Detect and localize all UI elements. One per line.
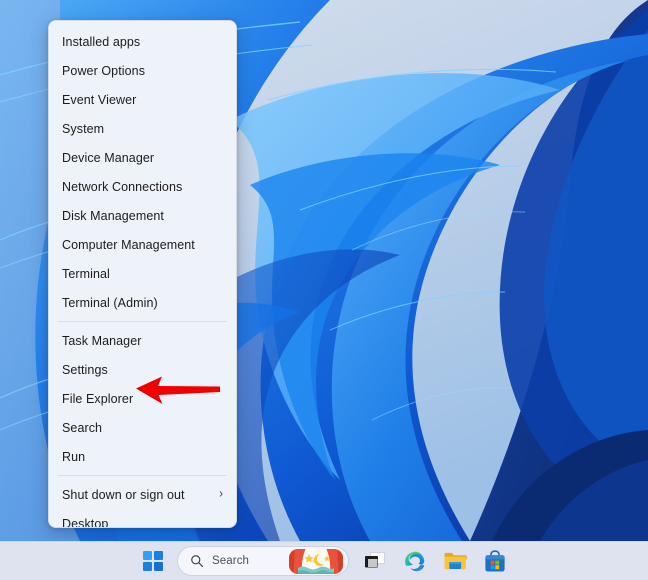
chevron-right-icon: › [219, 487, 223, 501]
menu-item-label: Search [62, 420, 103, 435]
microsoft-store-button[interactable] [475, 544, 515, 578]
menu-item-label: Event Viewer [62, 92, 137, 107]
menu-item-label: Installed apps [62, 34, 141, 49]
search-input[interactable]: Search [177, 546, 349, 576]
menu-item-search[interactable]: Search [49, 413, 236, 442]
menu-item-label: Settings [62, 362, 108, 377]
menu-item-label: Device Manager [62, 150, 155, 165]
store-bag-icon [485, 549, 505, 571]
menu-item-file-explorer[interactable]: File Explorer [49, 384, 236, 413]
menu-item-label: Terminal (Admin) [62, 295, 158, 310]
menu-item-desktop[interactable]: Desktop [49, 509, 236, 528]
search-highlight-illustration-icon [288, 548, 344, 575]
menu-item-label: Desktop [62, 516, 109, 528]
menu-item-terminal-admin[interactable]: Terminal (Admin) [49, 288, 236, 317]
win-x-power-user-menu[interactable]: Installed apps Power Options Event Viewe… [48, 20, 237, 528]
menu-item-label: Run [62, 449, 86, 464]
taskbar[interactable]: Search [0, 541, 648, 580]
menu-item-network-connections[interactable]: Network Connections [49, 172, 236, 201]
menu-item-label: Shut down or sign out [62, 487, 185, 502]
menu-item-disk-management[interactable]: Disk Management [49, 201, 236, 230]
menu-item-label: Power Options [62, 63, 146, 78]
menu-item-label: Task Manager [62, 333, 142, 348]
menu-item-settings[interactable]: Settings [49, 355, 236, 384]
task-view-icon [365, 552, 385, 568]
menu-item-installed-apps[interactable]: Installed apps [49, 27, 236, 56]
start-button[interactable] [133, 544, 173, 578]
folder-icon [444, 552, 467, 570]
menu-item-event-viewer[interactable]: Event Viewer [49, 85, 236, 114]
search-icon [191, 555, 204, 568]
task-view-button[interactable] [355, 544, 395, 578]
windows-logo-icon [143, 551, 163, 571]
menu-item-label: System [62, 121, 105, 136]
menu-separator-1 [58, 321, 227, 322]
menu-item-shut-down-or-sign-out[interactable]: Shut down or sign out › [49, 480, 236, 509]
menu-item-computer-management[interactable]: Computer Management [49, 230, 236, 259]
menu-item-label: Terminal [62, 266, 110, 281]
file-explorer-button[interactable] [435, 544, 475, 578]
menu-separator-2 [58, 475, 227, 476]
menu-item-terminal[interactable]: Terminal [49, 259, 236, 288]
menu-item-label: Computer Management [62, 237, 195, 252]
menu-item-power-options[interactable]: Power Options [49, 56, 236, 85]
menu-item-run[interactable]: Run [49, 442, 236, 471]
menu-item-label: File Explorer [62, 391, 134, 406]
edge-icon [405, 551, 425, 572]
menu-item-label: Network Connections [62, 179, 183, 194]
microsoft-edge-button[interactable] [395, 544, 435, 578]
menu-item-device-manager[interactable]: Device Manager [49, 143, 236, 172]
search-placeholder: Search [212, 555, 250, 567]
menu-item-task-manager[interactable]: Task Manager [49, 326, 236, 355]
menu-item-system[interactable]: System [49, 114, 236, 143]
menu-item-label: Disk Management [62, 208, 164, 223]
